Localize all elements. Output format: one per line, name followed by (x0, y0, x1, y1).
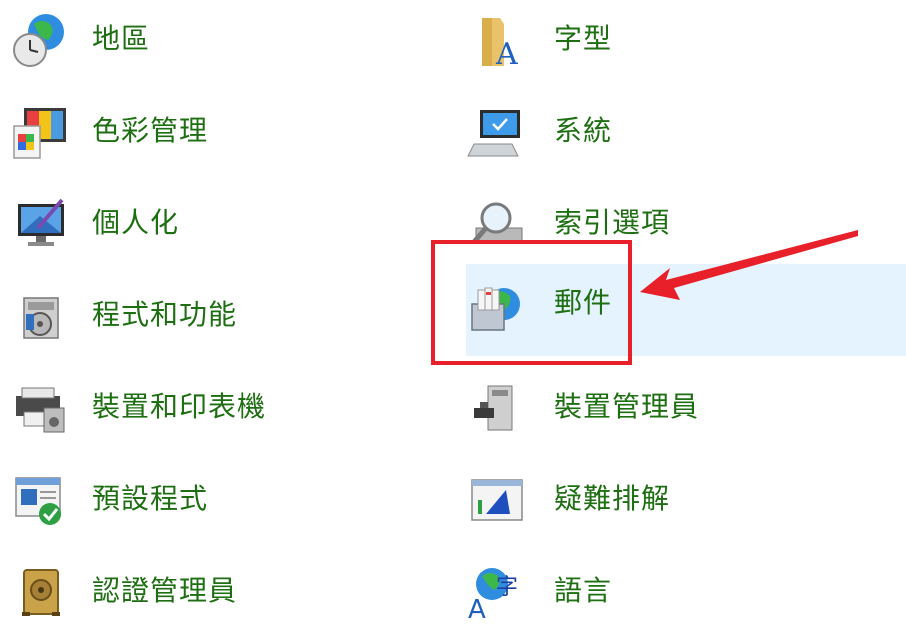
troubleshooting-icon (471, 479, 523, 521)
region-clock-globe-icon (13, 14, 64, 67)
device-manager-icon (474, 385, 513, 431)
indexing-options-icon (472, 202, 523, 244)
item-label: 程式和功能 (92, 298, 238, 331)
system-computer-icon (467, 110, 520, 157)
item-label: 字型 (554, 22, 613, 55)
item-label: 個人化 (92, 206, 180, 239)
item-credential-manager[interactable]: 認證管理員 (0, 552, 440, 644)
item-mail[interactable]: 郵件 (466, 264, 906, 356)
language-icon: A 字 (468, 568, 518, 622)
item-label: 裝置和印表機 (92, 390, 267, 423)
item-label: 疑難排解 (554, 482, 671, 515)
svg-text:字: 字 (496, 575, 518, 600)
fonts-folder-icon: A (482, 18, 518, 70)
svg-text:A: A (495, 37, 518, 70)
item-label: 語言 (554, 574, 613, 607)
item-troubleshooting[interactable]: 疑難排解 (466, 460, 906, 552)
item-device-manager[interactable]: 裝置管理員 (466, 368, 906, 460)
item-label: 認證管理員 (92, 574, 238, 607)
item-programs-features[interactable]: 程式和功能 (0, 276, 440, 368)
devices-printers-icon (16, 387, 65, 433)
item-label: 系統 (554, 114, 613, 147)
item-label: 索引選項 (554, 206, 671, 239)
item-label: 預設程式 (92, 482, 209, 515)
item-label: 裝置管理員 (554, 390, 700, 423)
item-system[interactable]: 系統 (466, 92, 906, 184)
item-indexing-options[interactable]: 索引選項 (466, 184, 906, 276)
item-label: 色彩管理 (92, 114, 209, 147)
item-region[interactable]: 地區 (0, 0, 440, 92)
programs-features-icon (23, 297, 59, 339)
item-label: 郵件 (554, 286, 613, 319)
color-management-icon (13, 108, 66, 159)
default-programs-icon (15, 477, 61, 525)
item-fonts[interactable]: A 字型 (466, 0, 906, 92)
item-devices-printers[interactable]: 裝置和印表機 (0, 368, 440, 460)
personalization-icon (18, 198, 64, 246)
item-label: 地區 (92, 22, 151, 55)
mail-icon (471, 287, 520, 331)
credential-manager-icon (22, 569, 60, 616)
item-language[interactable]: A 字 語言 (466, 552, 906, 644)
item-color-management[interactable]: 色彩管理 (0, 92, 440, 184)
item-personalization[interactable]: 個人化 (0, 184, 440, 276)
item-default-programs[interactable]: 預設程式 (0, 460, 440, 552)
